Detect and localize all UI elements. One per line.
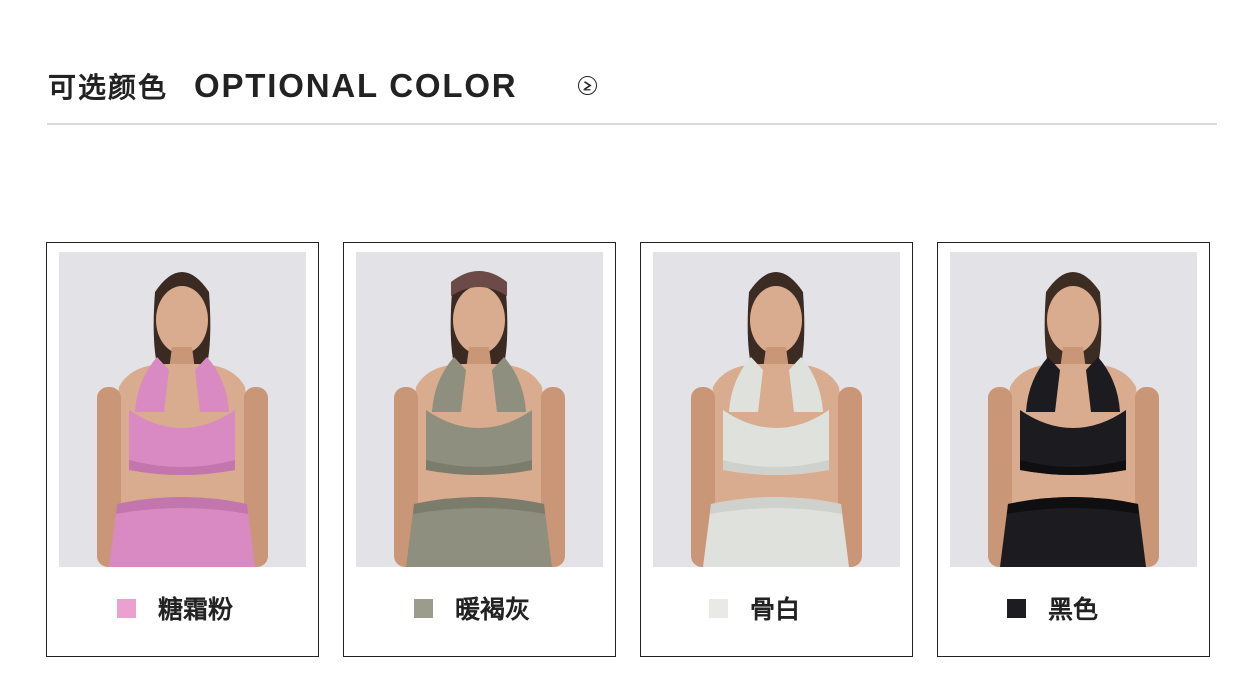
color-swatch-row: 糖霜粉 xyxy=(47,591,388,625)
color-swatch xyxy=(709,598,728,618)
color-swatch xyxy=(414,598,433,618)
color-swatch xyxy=(117,598,136,618)
color-card-black[interactable]: 黑色 xyxy=(937,242,1210,657)
color-options: 糖霜粉 暖褐灰 骨白 黑色 xyxy=(46,242,1210,657)
product-photo xyxy=(950,252,1197,567)
product-photo xyxy=(356,252,603,567)
face-shape xyxy=(750,286,802,354)
color-name: 黑色 xyxy=(1048,595,1099,624)
color-swatch-row: 暖褐灰 xyxy=(344,591,685,625)
color-name: 糖霜粉 xyxy=(158,595,234,624)
face-shape xyxy=(1047,286,1099,354)
product-photo xyxy=(59,252,306,567)
product-photo xyxy=(653,252,900,567)
model-illustration xyxy=(356,252,603,567)
color-card-bone-white[interactable]: 骨白 xyxy=(640,242,913,657)
color-card-warm-taupe[interactable]: 暖褐灰 xyxy=(343,242,616,657)
color-swatch-row: 黑色 xyxy=(938,591,1260,625)
color-swatch-row: 骨白 xyxy=(641,591,980,625)
color-card-pink[interactable]: 糖霜粉 xyxy=(46,242,319,657)
color-swatch xyxy=(1007,598,1026,618)
face-shape xyxy=(156,286,208,354)
model-illustration xyxy=(653,252,900,567)
model-illustration xyxy=(59,252,306,567)
color-name: 暖褐灰 xyxy=(455,595,531,624)
model-illustration xyxy=(950,252,1197,567)
section-title-chinese: 可选颜色 xyxy=(48,71,169,104)
color-name: 骨白 xyxy=(750,595,801,624)
section-title-english: OPTIONAL COLOR xyxy=(194,67,518,104)
circle-chevron-right-icon[interactable] xyxy=(578,76,597,95)
header-divider xyxy=(47,123,1217,125)
face-shape xyxy=(453,286,505,354)
section-header: 可选颜色 OPTIONAL COLOR xyxy=(48,62,517,110)
